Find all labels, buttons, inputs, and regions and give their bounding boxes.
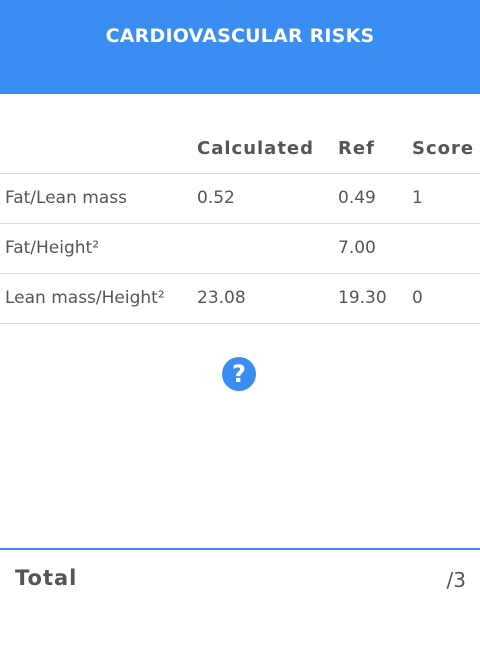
total-value: /3 [446, 568, 466, 592]
total-divider [0, 548, 480, 550]
app-header: CARDIOVASCULAR RISKS [0, 0, 480, 94]
row-label: Fat/Lean mass [5, 188, 127, 208]
help-question-icon[interactable]: ? [222, 357, 256, 391]
column-header-ref: Ref [338, 138, 375, 159]
column-header-calculated: Calculated [197, 138, 315, 159]
table-row: Lean mass/Height² 23.08 19.30 0 [0, 274, 480, 324]
page-title: CARDIOVASCULAR RISKS [105, 25, 375, 47]
row-label: Lean mass/Height² [5, 288, 165, 308]
row-ref: 19.30 [338, 288, 387, 308]
row-score: 0 [412, 288, 423, 308]
column-header-score: Score [412, 138, 475, 159]
row-calculated: 23.08 [197, 288, 246, 308]
row-ref: 7.00 [338, 238, 376, 258]
table-row: Fat/Height² 7.00 [0, 224, 480, 274]
row-score: 1 [412, 188, 423, 208]
row-label: Fat/Height² [5, 238, 100, 258]
row-calculated: 0.52 [197, 188, 235, 208]
row-ref: 0.49 [338, 188, 376, 208]
table-row: Fat/Lean mass 0.52 0.49 1 [0, 174, 480, 224]
total-label: Total [15, 566, 78, 590]
table-header-row: Calculated Ref Score [0, 124, 480, 174]
risk-table: Calculated Ref Score Fat/Lean mass 0.52 … [0, 124, 480, 324]
